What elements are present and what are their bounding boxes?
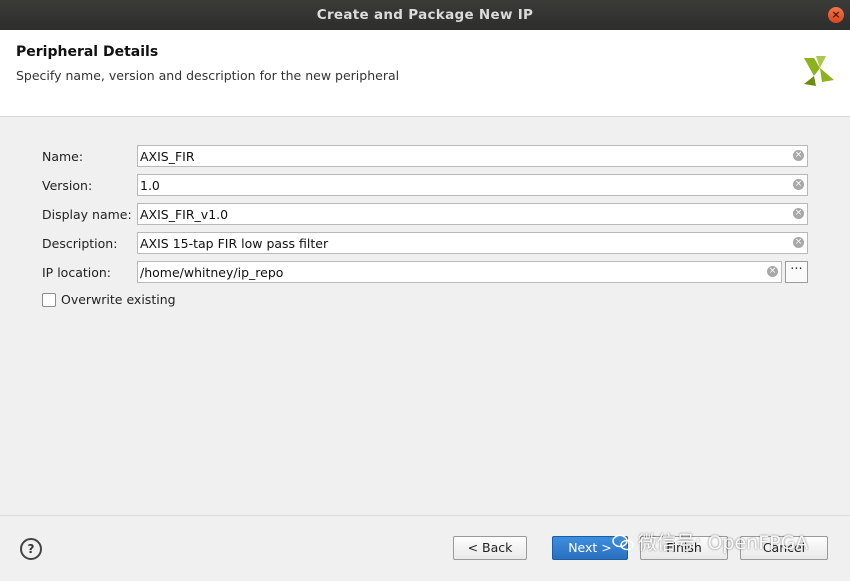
ip-location-row: IP location: × ··· (0, 261, 850, 283)
ip-location-input[interactable] (140, 264, 759, 280)
help-button[interactable]: ? (20, 538, 42, 560)
ip-location-field[interactable]: × (137, 261, 782, 283)
version-label: Version: (42, 178, 93, 193)
display-name-input[interactable] (140, 206, 785, 222)
name-input[interactable] (140, 148, 785, 164)
clear-display-name-icon[interactable]: × (793, 208, 804, 219)
display-name-row: Display name: × (0, 203, 850, 225)
ip-location-label: IP location: (42, 265, 112, 280)
wechat-icon (612, 534, 634, 551)
name-label: Name: (42, 149, 84, 164)
window-title: Create and Package New IP (316, 7, 534, 23)
name-field[interactable]: × (137, 145, 808, 167)
clear-description-icon[interactable]: × (793, 237, 804, 248)
display-name-field[interactable]: × (137, 203, 808, 225)
clear-ip-location-icon[interactable]: × (767, 266, 778, 277)
page-subtitle: Specify name, version and description fo… (16, 68, 400, 83)
name-row: Name: × (0, 145, 850, 167)
page-title: Peripheral Details (16, 44, 159, 60)
watermark: 微信号: OpenFPGA (612, 528, 808, 555)
watermark-text: 微信号: OpenFPGA (638, 532, 809, 554)
version-field[interactable]: × (137, 174, 808, 196)
close-window-button[interactable]: × (828, 7, 844, 23)
wizard-header: Peripheral Details Specify name, version… (0, 30, 850, 117)
description-field[interactable]: × (137, 232, 808, 254)
description-row: Description: × (0, 232, 850, 254)
description-label: Description: (42, 236, 118, 251)
overwrite-checkbox[interactable] (42, 293, 56, 307)
description-input[interactable] (140, 235, 785, 251)
back-button[interactable]: < Back (453, 536, 527, 560)
clear-name-icon[interactable]: × (793, 150, 804, 161)
version-row: Version: × (0, 174, 850, 196)
browse-button[interactable]: ··· (785, 261, 808, 283)
overwrite-label[interactable]: Overwrite existing (61, 292, 176, 307)
window-titlebar: Create and Package New IP × (0, 0, 850, 30)
version-input[interactable] (140, 177, 785, 193)
vivado-logo-icon (804, 56, 834, 86)
display-name-label: Display name: (42, 207, 132, 222)
clear-version-icon[interactable]: × (793, 179, 804, 190)
